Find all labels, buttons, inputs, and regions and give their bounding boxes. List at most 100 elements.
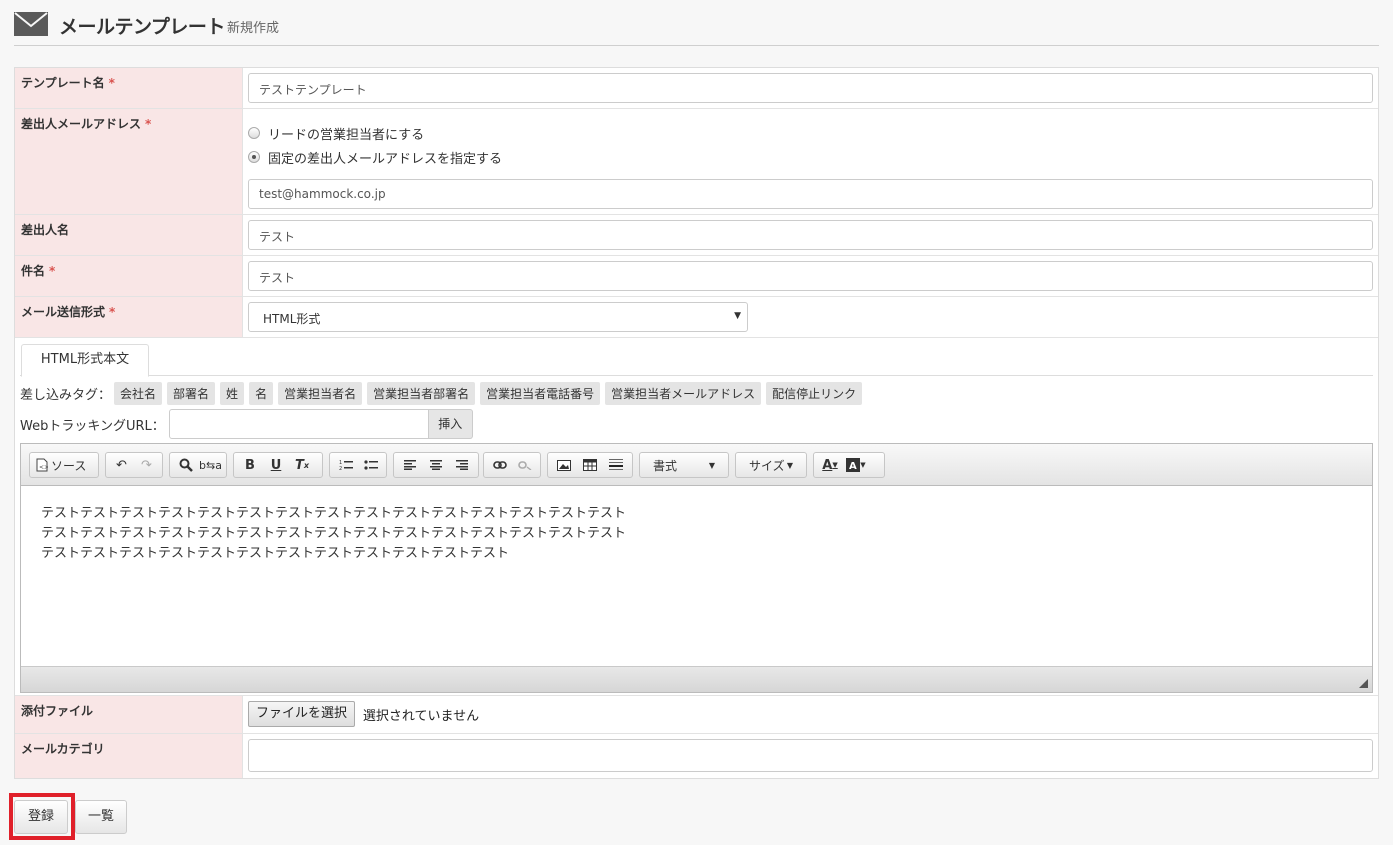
remove-format-icon[interactable]: Tx [289, 454, 315, 476]
web-tracking-url-input[interactable] [168, 409, 429, 439]
size-combo[interactable]: サイズ ▼ [735, 452, 807, 478]
highlight-box [9, 793, 75, 840]
category-label: メールカテゴリ [15, 734, 243, 778]
background-color-icon[interactable]: A ▼ [843, 454, 869, 476]
row-sender-name: 差出人名 テスト [15, 215, 1378, 256]
merge-tag[interactable]: 名 [249, 381, 274, 405]
sender-name-input[interactable]: テスト [248, 220, 1373, 250]
source-button[interactable]: ソース [51, 457, 86, 474]
underline-icon[interactable]: U [263, 454, 289, 476]
toolbar-group-color: A ▼ A ▼ [813, 452, 885, 478]
unlink-icon[interactable] [512, 454, 537, 476]
content-line: テストテストテストテストテストテストテストテストテストテストテストテスト [41, 546, 510, 561]
row-send-format: メール送信形式 * HTML形式 ▼ [15, 297, 1378, 338]
size-combo-label: サイズ [749, 458, 785, 473]
toolbar-group-list: 12 [329, 452, 387, 478]
toolbar-group-source: <> ソース [29, 452, 99, 478]
row-subject: 件名 * テスト [15, 256, 1378, 297]
file-status: 選択されていません [362, 708, 480, 724]
page-header: メールテンプレート 新規作成 [14, 8, 1379, 46]
choose-file-button[interactable]: ファイルを選択 [248, 701, 356, 727]
merge-tag[interactable]: 営業担当者部署名 [367, 381, 476, 405]
svg-text:A: A [849, 461, 857, 472]
radio-fixed-address[interactable]: 固定の差出人メールアドレスを指定する [248, 145, 1373, 169]
radio-button[interactable] [248, 127, 260, 139]
editor-statusbar [21, 666, 1372, 692]
resize-handle-icon[interactable] [1359, 679, 1368, 688]
toolbar-group-find: b⇆a [169, 452, 227, 478]
format-combo[interactable]: 書式 ▼ [639, 452, 729, 478]
merge-tag[interactable]: 姓 [220, 381, 245, 405]
content-line: テストテストテストテストテストテストテストテストテストテストテストテストテストテ… [41, 506, 627, 521]
editor-toolbar: <> ソース ↶ ↷ b⇆a B U Tx 1 2 書式 ▼ サイズ ▼ A ▼… [21, 444, 1372, 486]
subject-label: 件名 * [15, 256, 243, 296]
align-center-icon[interactable] [423, 454, 449, 476]
required-mark: * [49, 264, 56, 278]
undo-icon[interactable]: ↶ [109, 454, 134, 476]
insert-button[interactable]: 挿入 [428, 409, 473, 439]
bulleted-list-icon[interactable] [358, 454, 383, 476]
template-name-label: テンプレート名 * [15, 68, 243, 108]
format-combo-label: 書式 [653, 458, 678, 473]
merge-tag[interactable]: 営業担当者電話番号 [480, 381, 601, 405]
image-icon[interactable] [551, 454, 577, 476]
page-title: メールテンプレート [59, 16, 225, 38]
content-line: テストテストテストテストテストテストテストテストテストテストテストテストテストテ… [41, 526, 627, 541]
row-category: メールカテゴリ [15, 734, 1378, 778]
category-input[interactable] [248, 739, 1373, 772]
align-left-icon[interactable] [397, 454, 423, 476]
sender-address-input[interactable]: test@hammock.co.jp [248, 179, 1373, 209]
numbered-list-icon[interactable]: 12 [333, 454, 358, 476]
toolbar-group-link [483, 452, 541, 478]
list-button[interactable]: 一覧 [75, 800, 127, 834]
row-attachment: 添付ファイル ファイルを選択 選択されていません [15, 696, 1378, 734]
link-icon[interactable] [487, 454, 512, 476]
radio-lead-owner[interactable]: リードの営業担当者にする [248, 121, 1373, 145]
toolbar-group-insert [547, 452, 633, 478]
required-mark: * [145, 117, 152, 131]
send-format-label: メール送信形式 * [15, 297, 243, 337]
radio-button-checked[interactable] [248, 151, 260, 163]
merge-tag[interactable]: 配信停止リンク [766, 381, 863, 405]
merge-tag[interactable]: 営業担当者名 [278, 381, 363, 405]
table-icon[interactable] [577, 454, 603, 476]
source-icon: <> [33, 454, 51, 476]
row-template-name: テンプレート名 * テストテンプレート [15, 68, 1378, 109]
attachment-label: 添付ファイル [15, 696, 243, 733]
toolbar-group-style: B U Tx [233, 452, 323, 478]
svg-text:<>: <> [39, 464, 48, 471]
row-sender-address: 差出人メールアドレス * リードの営業担当者にする 固定の差出人メールアドレスを指… [15, 109, 1378, 215]
subject-input[interactable]: テスト [248, 261, 1373, 291]
redo-icon[interactable]: ↷ [134, 454, 159, 476]
text-color-icon[interactable]: A ▼ [817, 454, 843, 476]
rich-text-editor: <> ソース ↶ ↷ b⇆a B U Tx 1 2 書式 ▼ サイズ ▼ A ▼… [20, 443, 1373, 693]
toolbar-group-align [393, 452, 479, 478]
find-icon[interactable] [173, 454, 198, 476]
page-subtitle: 新規作成 [227, 21, 280, 36]
merge-tag[interactable]: 会社名 [114, 381, 163, 405]
template-name-input[interactable]: テストテンプレート [248, 73, 1373, 103]
required-mark: * [109, 305, 116, 319]
template-form: テンプレート名 * テストテンプレート 差出人メールアドレス * リードの営業担当者… [14, 67, 1379, 779]
mail-icon [14, 12, 48, 36]
replace-icon[interactable]: b⇆a [198, 454, 223, 476]
sender-name-label: 差出人名 [15, 215, 243, 255]
tab-html-body[interactable]: HTML形式本文 [21, 344, 149, 377]
bold-icon[interactable]: B [237, 454, 263, 476]
chevron-down-icon: ▼ [708, 460, 715, 470]
align-right-icon[interactable] [449, 454, 475, 476]
merge-tags-label: 差し込みタグ： [20, 387, 112, 403]
horizontal-rule-icon[interactable] [603, 454, 629, 476]
merge-tag[interactable]: 営業担当者メールアドレス [605, 381, 762, 405]
sender-address-label: 差出人メールアドレス * [15, 109, 243, 214]
web-tracking: WebトラッキングURL： 挿入 [20, 409, 1373, 439]
send-format-select[interactable]: HTML形式 ▼ [248, 302, 748, 332]
svg-text:2: 2 [339, 466, 342, 471]
editor-section: HTML形式本文 差し込みタグ： 会社名 部署名 姓 名 営業担当者名 営業担当… [15, 338, 1378, 696]
merge-tag[interactable]: 部署名 [167, 381, 216, 405]
merge-tags: 差し込みタグ： 会社名 部署名 姓 名 営業担当者名 営業担当者部署名 営業担当… [20, 381, 1373, 405]
editor-tabs: HTML形式本文 [20, 344, 1373, 377]
editor-content[interactable]: テストテストテストテストテストテストテストテストテストテストテストテストテストテ… [21, 486, 1372, 666]
chevron-down-icon: ▼ [786, 460, 793, 470]
toolbar-group-history: ↶ ↷ [105, 452, 163, 478]
